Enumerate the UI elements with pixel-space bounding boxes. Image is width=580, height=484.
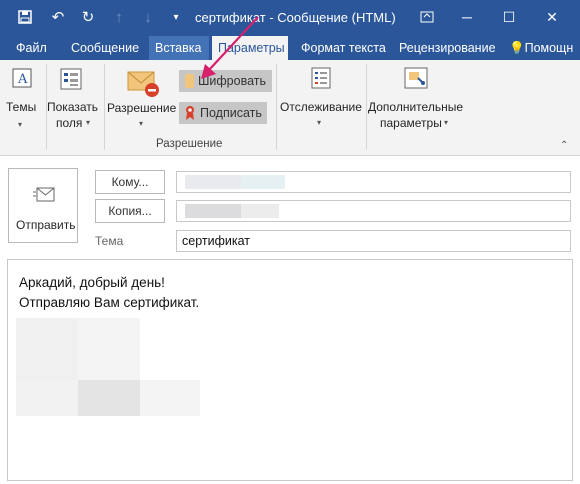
ribbon-award-icon [184,105,196,121]
redacted-recipient [241,204,279,218]
message-body[interactable]: Аркадий, добрый день! Отправляю Вам серт… [7,259,573,481]
redacted-signature [16,318,78,380]
redacted-signature [78,318,140,380]
redacted-recipient [185,175,241,189]
tab-file[interactable]: Файл [10,36,53,60]
down-arrow-icon[interactable]: ↓ [137,6,159,28]
show-fields-button[interactable]: Показать поля ▾ [46,60,104,155]
redacted-recipient [185,204,241,218]
maximize-button[interactable]: ☐ [489,4,529,30]
more-options-button[interactable]: Дополнительные параметры ▾ [366,60,470,155]
tracking-button[interactable]: Отслеживание ▾ [276,60,366,155]
collapse-ribbon-icon[interactable]: ⌃ [560,140,568,151]
group-title-permission: Разрешение [156,138,223,150]
to-button[interactable]: Кому... [95,170,165,194]
body-line: Аркадий, добрый день! [19,275,165,290]
close-button[interactable]: ✕ [532,4,572,30]
chevron-down-icon: ▾ [18,120,23,129]
redo-icon[interactable]: ↻ [77,6,99,28]
redacted-recipient [241,175,285,189]
themes-icon: A [12,68,32,88]
chevron-down-icon: ▾ [86,118,91,127]
subject-field[interactable]: сертификат [176,230,571,252]
chevron-down-icon: ▾ [317,118,322,127]
subject-label: Тема [95,234,124,248]
send-envelope-icon [33,187,55,206]
permission-button[interactable]: Разрешение ▾ [104,60,179,135]
redacted-signature [16,380,78,416]
themes-button[interactable]: A Темы ▾ [0,60,46,155]
redacted-signature [140,380,200,416]
redacted-signature [78,380,140,416]
annotation-arrow [201,16,259,79]
cc-field[interactable] [176,200,571,222]
sign-button[interactable]: Подписать [179,102,267,124]
cc-button[interactable]: Копия... [95,199,165,223]
ribbon: A Темы ▾ Показать поля ▾ Разрешение ▾ Ши… [0,60,580,156]
svg-text:A: A [17,72,28,87]
up-arrow-icon[interactable]: ↑ [108,6,130,28]
ribbon-tabs: Файл Сообщение Вставка Параметры Формат … [0,36,580,60]
minimize-button[interactable]: ─ [447,4,487,30]
tab-message[interactable]: Сообщение [65,36,145,60]
envelope-restricted-icon [126,68,160,98]
save-icon[interactable] [14,6,36,28]
tab-format-text[interactable]: Формат текста [295,36,392,60]
title-bar: ↶ ↻ ↑ ↓ ▾ сертификат - Сообщение (HTML) … [0,0,580,36]
customize-toolbar-icon[interactable]: ▾ [165,6,187,28]
tracking-icon [310,66,332,90]
chevron-down-icon: ▾ [444,118,449,127]
more-options-icon [403,66,429,90]
send-button[interactable]: Отправить [8,168,78,243]
tab-review[interactable]: Рецензирование [393,36,502,60]
tab-tell-me[interactable]: 💡Помощн [505,36,579,60]
lightbulb-icon: 💡 [509,41,525,55]
show-fields-icon [60,68,82,90]
chevron-down-icon: ▾ [139,119,144,128]
undo-icon[interactable]: ↶ [47,6,69,28]
compose-area: Отправить Кому... Копия... Тема сертифик… [0,156,580,484]
ribbon-display-options-icon[interactable] [407,4,447,30]
body-line: Отправляю Вам сертификат. [19,295,200,310]
to-field[interactable] [176,171,571,193]
encrypt-icon [185,74,194,88]
